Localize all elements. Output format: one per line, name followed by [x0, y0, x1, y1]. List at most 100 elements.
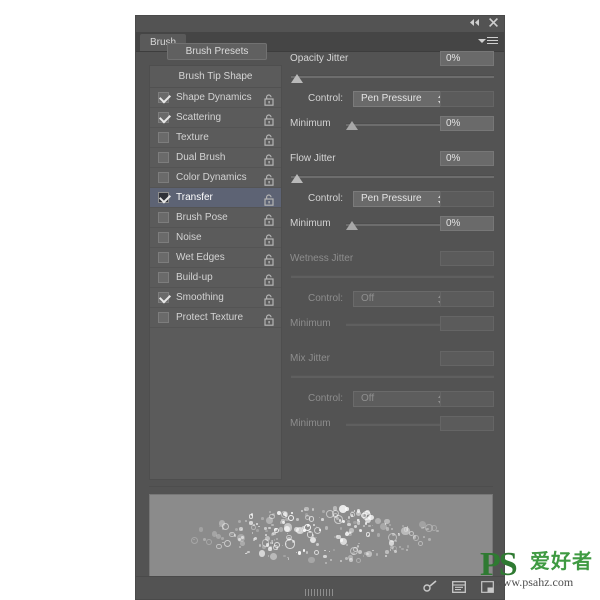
slider-track[interactable] — [291, 275, 494, 278]
group-slider[interactable] — [288, 71, 496, 85]
preview-dot — [241, 536, 244, 539]
brush-option-brush-pose[interactable]: Brush Pose — [150, 208, 281, 228]
option-checkbox[interactable] — [158, 232, 169, 243]
brush-option-scattering[interactable]: Scattering — [150, 108, 281, 128]
control-select[interactable]: Pen Pressure — [353, 191, 452, 207]
preview-dot — [296, 518, 299, 521]
preview-dot — [329, 558, 332, 561]
brush-option-smoothing[interactable]: Smoothing — [150, 288, 281, 308]
minimum-track[interactable] — [346, 123, 451, 126]
slider-track[interactable] — [291, 175, 494, 178]
preview-dot — [376, 533, 381, 537]
brush-option-build-up[interactable]: Build-up — [150, 268, 281, 288]
slider-handle[interactable] — [291, 174, 303, 183]
control-select[interactable]: Pen Pressure — [353, 91, 452, 107]
preview-dot — [286, 534, 292, 541]
unlocked-icon[interactable] — [264, 272, 275, 286]
slider-track[interactable] — [291, 75, 494, 78]
option-checkbox[interactable] — [158, 312, 169, 323]
option-checkbox[interactable] — [158, 252, 169, 263]
minimum-label: Minimum — [290, 318, 331, 329]
unlocked-icon[interactable] — [264, 132, 275, 146]
unlocked-icon[interactable] — [264, 192, 275, 206]
group-value[interactable] — [440, 251, 494, 266]
screenshot-root: Brush Brush Presets Brush Tip Shape Shap… — [0, 0, 600, 600]
slider-track[interactable] — [291, 375, 494, 378]
group-value[interactable]: 0% — [440, 151, 494, 166]
group-slider[interactable] — [288, 171, 496, 185]
minimum-track[interactable] — [346, 223, 451, 226]
option-label: Scattering — [176, 112, 222, 123]
preview-dot — [258, 549, 266, 557]
unlocked-icon[interactable] — [264, 252, 275, 266]
unlocked-icon[interactable] — [264, 112, 275, 126]
option-checkbox[interactable] — [158, 152, 169, 163]
preview-dot — [283, 526, 290, 533]
brush-option-shape-dynamics[interactable]: Shape Dynamics — [150, 88, 281, 108]
brush-tool-icon[interactable] — [423, 580, 438, 595]
minimum-handle[interactable] — [346, 221, 358, 230]
group-slider[interactable] — [288, 271, 496, 285]
preview-dot — [340, 559, 342, 562]
control-spacer-box — [440, 191, 494, 207]
preview-dot — [371, 524, 374, 527]
option-checkbox[interactable] — [158, 272, 169, 283]
brush-panel-icon[interactable] — [452, 580, 467, 595]
brush-option-texture[interactable]: Texture — [150, 128, 281, 148]
preview-dot — [418, 541, 424, 547]
collapse-left-icon[interactable] — [469, 18, 480, 27]
panel-menu-icon[interactable] — [478, 36, 498, 47]
control-select[interactable]: Off — [353, 391, 452, 407]
group-value[interactable] — [440, 351, 494, 366]
group-slider[interactable] — [288, 371, 496, 385]
group-value[interactable]: 0% — [440, 51, 494, 66]
brush-option-noise[interactable]: Noise — [150, 228, 281, 248]
unlocked-icon[interactable] — [264, 232, 275, 246]
brush-tip-shape-item[interactable]: Brush Tip Shape — [150, 66, 281, 88]
preview-dot — [421, 526, 424, 530]
minimum-value[interactable]: 0% — [440, 216, 494, 231]
option-checkbox[interactable] — [158, 192, 169, 203]
preview-dot — [325, 562, 328, 565]
control-label: Control: — [308, 93, 344, 104]
brush-option-transfer[interactable]: Transfer — [150, 188, 281, 208]
option-checkbox[interactable] — [158, 92, 169, 103]
option-checkbox[interactable] — [158, 132, 169, 143]
brush-option-dual-brush[interactable]: Dual Brush — [150, 148, 281, 168]
minimum-handle[interactable] — [346, 121, 358, 130]
minimum-track[interactable] — [346, 423, 451, 426]
unlocked-icon[interactable] — [264, 292, 275, 306]
slider-handle[interactable] — [291, 74, 303, 83]
unlocked-icon[interactable] — [264, 172, 275, 186]
option-checkbox[interactable] — [158, 292, 169, 303]
unlocked-icon[interactable] — [264, 152, 275, 166]
brush-presets-button[interactable]: Brush Presets — [167, 43, 267, 60]
minimum-value[interactable]: 0% — [440, 116, 494, 131]
unlocked-icon[interactable] — [264, 212, 275, 226]
minimum-value[interactable] — [440, 316, 494, 331]
close-icon[interactable] — [489, 18, 498, 27]
preview-dot — [247, 550, 250, 554]
jitter-group-flow-jitter: Flow Jitter 0% Control: Pen Pressure Minimum… — [288, 151, 496, 231]
option-checkbox[interactable] — [158, 172, 169, 183]
minimum-track[interactable] — [346, 323, 451, 326]
option-checkbox[interactable] — [158, 212, 169, 223]
preview-dot — [428, 537, 432, 542]
preview-dot — [318, 516, 321, 519]
preview-dot — [304, 506, 310, 512]
brush-option-protect-texture[interactable]: Protect Texture — [150, 308, 281, 328]
brush-option-wet-edges[interactable]: Wet Edges — [150, 248, 281, 268]
minimum-value[interactable] — [440, 416, 494, 431]
preview-dot — [359, 528, 362, 532]
control-select[interactable]: Off — [353, 291, 452, 307]
unlocked-icon[interactable] — [264, 92, 275, 106]
preview-dot — [261, 545, 266, 550]
option-label: Smoothing — [176, 292, 224, 303]
preview-dot — [385, 549, 389, 554]
resize-grip[interactable] — [305, 589, 335, 596]
option-checkbox[interactable] — [158, 112, 169, 123]
preview-dot — [239, 546, 241, 548]
preview-dot — [389, 549, 392, 551]
brush-option-color-dynamics[interactable]: Color Dynamics — [150, 168, 281, 188]
unlocked-icon[interactable] — [264, 312, 275, 326]
